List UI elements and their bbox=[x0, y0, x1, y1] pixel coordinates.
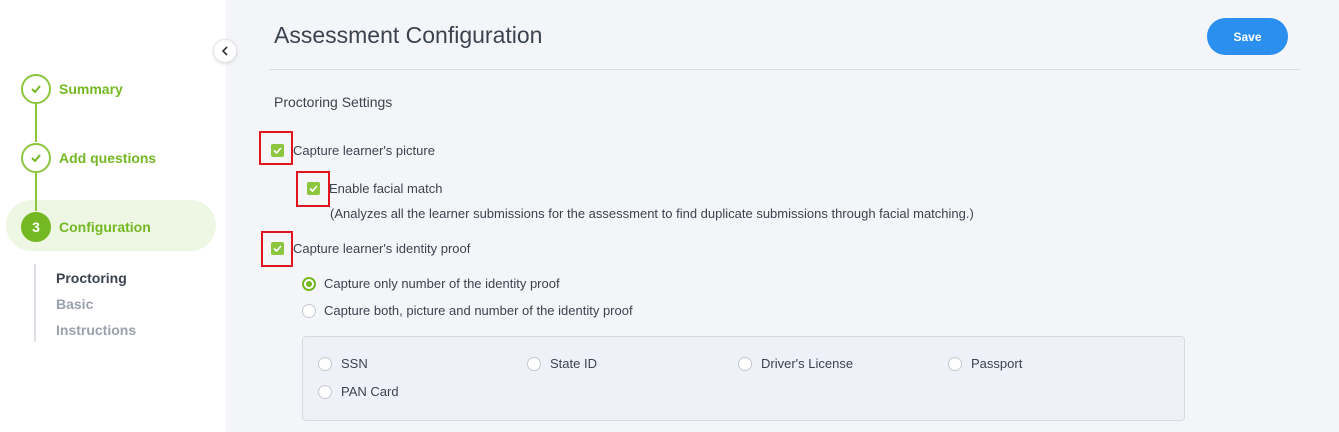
capture-picture-label: Capture learner's picture bbox=[293, 143, 435, 158]
facial-match-checkbox[interactable] bbox=[307, 182, 320, 195]
step-label: Summary bbox=[59, 81, 123, 97]
id-type-radio[interactable] bbox=[948, 356, 962, 371]
id-type-label: SSN bbox=[341, 356, 368, 371]
step-connector bbox=[35, 173, 37, 211]
identity-mode-label: Capture both, picture and number of the … bbox=[324, 303, 633, 318]
identity-mode-radio[interactable] bbox=[302, 276, 316, 291]
check-icon bbox=[21, 74, 51, 104]
check-icon bbox=[273, 245, 282, 252]
check-icon bbox=[21, 143, 51, 173]
capture-identity-row[interactable]: Capture learner's identity proof bbox=[271, 241, 470, 256]
facial-match-label: Enable facial match bbox=[329, 181, 443, 196]
step-connector bbox=[35, 104, 37, 142]
id-type-drivers-license[interactable]: Driver's License bbox=[738, 356, 853, 371]
main-content: Assessment Configuration Save Proctoring… bbox=[226, 0, 1339, 432]
identity-mode-radio[interactable] bbox=[302, 303, 316, 318]
id-type-radio[interactable] bbox=[527, 356, 541, 371]
chevron-left-icon bbox=[221, 46, 228, 56]
identity-mode-picture-and-number[interactable]: Capture both, picture and number of the … bbox=[302, 303, 633, 318]
id-type-label: Driver's License bbox=[761, 356, 854, 371]
id-type-label: State ID bbox=[550, 356, 597, 371]
stepper-sidebar: Summary Add questions 3 Configuration Pr… bbox=[0, 0, 226, 432]
substep-proctoring[interactable]: Proctoring bbox=[56, 270, 127, 286]
step-configuration[interactable]: 3 Configuration bbox=[21, 212, 151, 242]
substep-list: Proctoring Basic Instructions bbox=[34, 264, 136, 342]
id-type-passport[interactable]: Passport bbox=[948, 356, 1022, 371]
header-divider bbox=[269, 69, 1300, 70]
step-label: Configuration bbox=[59, 219, 151, 235]
identity-mode-label: Capture only number of the identity proo… bbox=[324, 276, 560, 291]
collapse-sidebar-button[interactable] bbox=[213, 39, 237, 63]
id-type-radio[interactable] bbox=[738, 356, 752, 371]
id-type-radio[interactable] bbox=[318, 356, 332, 371]
step-add-questions[interactable]: Add questions bbox=[21, 143, 156, 173]
id-type-ssn[interactable]: SSN bbox=[318, 356, 368, 371]
facial-match-row[interactable]: Enable facial match bbox=[307, 181, 442, 196]
substep-basic[interactable]: Basic bbox=[56, 296, 93, 312]
id-type-state-id[interactable]: State ID bbox=[527, 356, 597, 371]
substep-instructions[interactable]: Instructions bbox=[56, 322, 136, 338]
id-type-label: PAN Card bbox=[341, 384, 399, 399]
capture-picture-checkbox[interactable] bbox=[271, 144, 284, 157]
capture-identity-checkbox[interactable] bbox=[271, 242, 284, 255]
id-type-pan-card[interactable]: PAN Card bbox=[318, 384, 399, 399]
facial-match-note: (Analyzes all the learner submissions fo… bbox=[330, 206, 974, 221]
step-summary[interactable]: Summary bbox=[21, 74, 123, 104]
page-title: Assessment Configuration bbox=[274, 22, 543, 48]
capture-identity-label: Capture learner's identity proof bbox=[293, 241, 471, 256]
identity-mode-number-only[interactable]: Capture only number of the identity proo… bbox=[302, 276, 560, 291]
capture-picture-row[interactable]: Capture learner's picture bbox=[271, 143, 435, 158]
id-type-label: Passport bbox=[971, 356, 1023, 371]
step-label: Add questions bbox=[59, 150, 157, 166]
save-button[interactable]: Save bbox=[1207, 18, 1288, 55]
id-type-panel: SSN State ID Driver's License Passport P… bbox=[302, 336, 1185, 421]
check-icon bbox=[273, 147, 282, 154]
id-type-radio[interactable] bbox=[318, 384, 332, 399]
step-number: 3 bbox=[21, 212, 51, 242]
section-title: Proctoring Settings bbox=[274, 94, 393, 110]
check-icon bbox=[309, 185, 318, 192]
